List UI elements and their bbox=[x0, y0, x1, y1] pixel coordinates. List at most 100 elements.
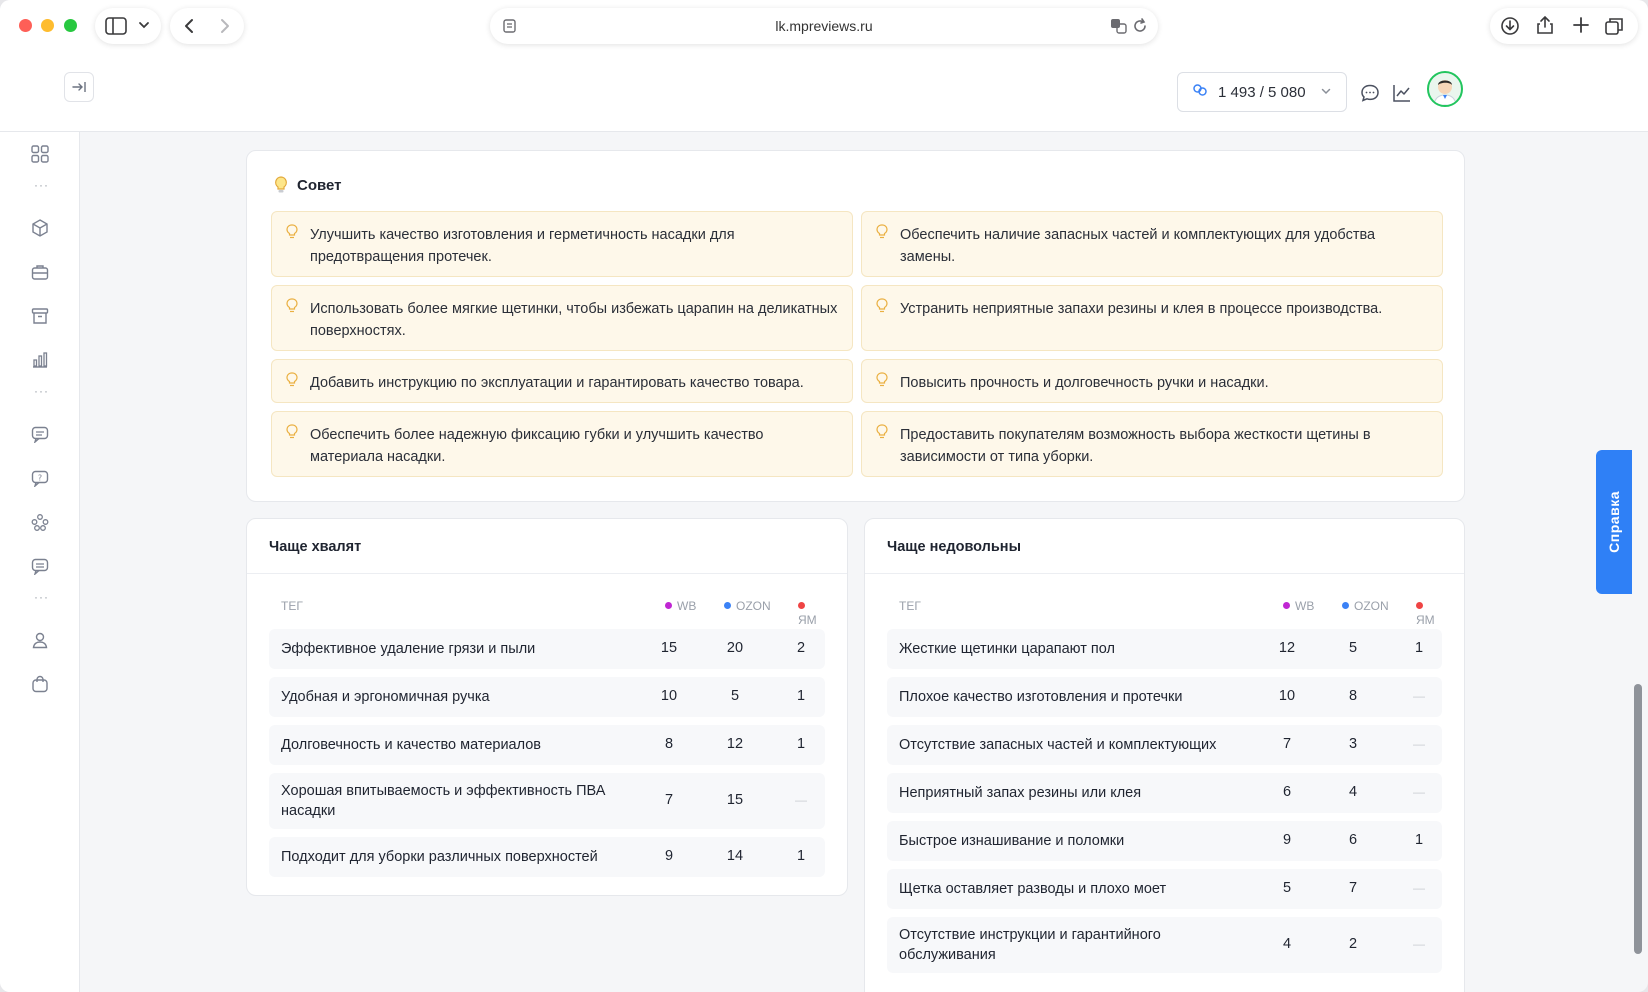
wb-count: 10 bbox=[660, 688, 678, 704]
ozon-count: 20 bbox=[726, 640, 744, 656]
table-row[interactable]: Щетка оставляет разводы и плохо моет 5 7… bbox=[887, 869, 1442, 909]
chevron-down-icon bbox=[1320, 85, 1332, 100]
ozon-count: 8 bbox=[1348, 688, 1358, 704]
lightbulb-icon bbox=[286, 224, 298, 245]
ym-count: 1 bbox=[796, 688, 806, 704]
table-row[interactable]: Хорошая впитываемость и эффективность ПВ… bbox=[269, 773, 825, 829]
ym-count: 1 bbox=[796, 848, 806, 864]
briefcase-icon[interactable] bbox=[30, 262, 50, 282]
messages-icon[interactable] bbox=[1359, 82, 1381, 104]
column-ozon-label: OZON bbox=[1354, 599, 1389, 613]
table-row[interactable]: Подходит для уборки различных поверхност… bbox=[269, 837, 825, 877]
sidebar-separator: ··· bbox=[34, 590, 49, 604]
tabs-overview-icon[interactable] bbox=[1604, 16, 1624, 41]
column-tag: ТЕГ bbox=[281, 599, 303, 613]
network-icon[interactable] bbox=[30, 512, 50, 532]
user-avatar[interactable] bbox=[1427, 71, 1463, 107]
praise-card-header: Чаще хвалят bbox=[247, 519, 847, 574]
column-wb-label: WB bbox=[677, 599, 697, 613]
table-row[interactable]: Удобная и эргономичная ручка 10 5 1 bbox=[269, 677, 825, 717]
help-tab[interactable]: Справка bbox=[1596, 450, 1632, 594]
zoom-window-button[interactable] bbox=[64, 19, 77, 32]
chevron-down-icon[interactable] bbox=[137, 18, 151, 37]
dashboard-icon[interactable] bbox=[30, 144, 50, 164]
tip-text: Улучшить качество изготовления и гермети… bbox=[310, 227, 735, 265]
app-header: 1 493 / 5 080 bbox=[0, 52, 1648, 132]
complaints-card-header: Чаще недовольны bbox=[865, 519, 1464, 574]
sidebar-icon[interactable] bbox=[105, 17, 127, 40]
back-icon[interactable] bbox=[182, 18, 198, 39]
complaints-title: Чаще недовольны bbox=[887, 539, 1021, 555]
tip-card: Предоставить покупателям возможность выб… bbox=[861, 411, 1443, 477]
ozon-count: 3 bbox=[1348, 736, 1358, 752]
ozon-dot bbox=[724, 602, 731, 609]
stats-chart-icon[interactable] bbox=[1391, 82, 1413, 104]
address-bar[interactable]: lk.mpreviews.ru bbox=[490, 8, 1158, 44]
ozon-count: 4 bbox=[1348, 784, 1358, 800]
translate-icon[interactable] bbox=[1110, 17, 1128, 40]
table-row[interactable]: Долговечность и качество материалов 8 12… bbox=[269, 725, 825, 765]
ym-count: — bbox=[795, 793, 807, 807]
user-icon[interactable] bbox=[30, 630, 50, 650]
svg-text:?: ? bbox=[38, 474, 42, 483]
tip-card: Добавить инструкцию по эксплуатации и га… bbox=[271, 359, 853, 403]
credits-dropdown[interactable]: 1 493 / 5 080 bbox=[1177, 72, 1347, 112]
ozon-count: 12 bbox=[726, 736, 744, 752]
table-row[interactable]: Неприятный запах резины или клея 6 4 — bbox=[887, 773, 1442, 813]
download-icon[interactable] bbox=[1500, 16, 1520, 41]
table-row[interactable]: Быстрое изнашивание и поломки 9 6 1 bbox=[887, 821, 1442, 861]
advice-card: Совет Улучшить качество изготовления и г… bbox=[246, 150, 1465, 502]
ozon-count: 5 bbox=[1348, 640, 1358, 656]
wb-count: 10 bbox=[1278, 688, 1296, 704]
table-row[interactable]: Плохое качество изготовления и протечки … bbox=[887, 677, 1442, 717]
share-icon[interactable] bbox=[1536, 15, 1554, 40]
page-scrollbar[interactable] bbox=[1634, 684, 1642, 954]
complaints-table-header: ТЕГ WB OZON ЯМ bbox=[887, 599, 1442, 627]
wb-count: 5 bbox=[1282, 880, 1292, 896]
ym-count: 1 bbox=[1414, 832, 1424, 848]
lightbulb-icon bbox=[286, 298, 298, 319]
tag-name: Жесткие щетинки царапают пол bbox=[899, 641, 1115, 657]
collapse-sidebar-button[interactable] bbox=[64, 72, 94, 102]
shopping-bag-icon[interactable] bbox=[30, 674, 50, 694]
reviews-icon[interactable] bbox=[30, 424, 50, 444]
ozon-count: 15 bbox=[726, 792, 744, 808]
reload-icon[interactable] bbox=[1132, 18, 1148, 39]
wb-count: 9 bbox=[1282, 832, 1292, 848]
ym-dot bbox=[1416, 602, 1423, 609]
minimize-window-button[interactable] bbox=[41, 19, 54, 32]
cubes-icon[interactable] bbox=[30, 218, 50, 238]
advice-title: Совет bbox=[297, 177, 342, 194]
column-ozon: OZON bbox=[1342, 599, 1389, 613]
tag-name: Долговечность и качество материалов bbox=[281, 737, 542, 753]
app-sidebar: ··· ··· ? ··· bbox=[0, 52, 80, 992]
ozon-dot bbox=[1342, 602, 1349, 609]
tip-card: Устранить неприятные запахи резины и кле… bbox=[861, 285, 1443, 351]
column-tag: ТЕГ bbox=[899, 599, 921, 613]
questions-icon[interactable]: ? bbox=[30, 468, 50, 488]
help-tab-label: Справка bbox=[1606, 491, 1622, 553]
page-menu-icon[interactable] bbox=[502, 18, 518, 39]
ym-count: 2 bbox=[796, 640, 806, 656]
ym-count: — bbox=[1413, 785, 1425, 799]
column-ym-label: ЯМ bbox=[798, 613, 817, 627]
browser-window: lk.mpreviews.ru ··· ··· ? ··· 1 493 / 5 … bbox=[0, 0, 1648, 992]
table-row[interactable]: Эффективное удаление грязи и пыли 15 20 … bbox=[269, 629, 825, 669]
table-row[interactable]: Отсутствие инструкции и гарантийного обс… bbox=[887, 917, 1442, 973]
table-row[interactable]: Жесткие щетинки царапают пол 12 5 1 bbox=[887, 629, 1442, 669]
analytics-icon[interactable] bbox=[30, 350, 50, 370]
close-window-button[interactable] bbox=[19, 19, 32, 32]
wb-count: 6 bbox=[1282, 784, 1292, 800]
tag-name: Хорошая впитываемость и эффективность ПВ… bbox=[281, 783, 606, 819]
tag-name: Плохое качество изготовления и протечки bbox=[899, 689, 1183, 705]
new-tab-icon[interactable] bbox=[1572, 16, 1590, 39]
wb-dot bbox=[665, 602, 672, 609]
chat-icon[interactable] bbox=[30, 556, 50, 576]
forward-icon[interactable] bbox=[216, 18, 232, 39]
archive-icon[interactable] bbox=[30, 306, 50, 326]
tag-name: Щетка оставляет разводы и плохо моет bbox=[899, 881, 1167, 897]
credits-value: 1 493 / 5 080 bbox=[1218, 83, 1306, 101]
table-row[interactable]: Отсутствие запасных частей и комплектующ… bbox=[887, 725, 1442, 765]
wb-count: 9 bbox=[664, 848, 674, 864]
wb-count: 7 bbox=[1282, 736, 1292, 752]
